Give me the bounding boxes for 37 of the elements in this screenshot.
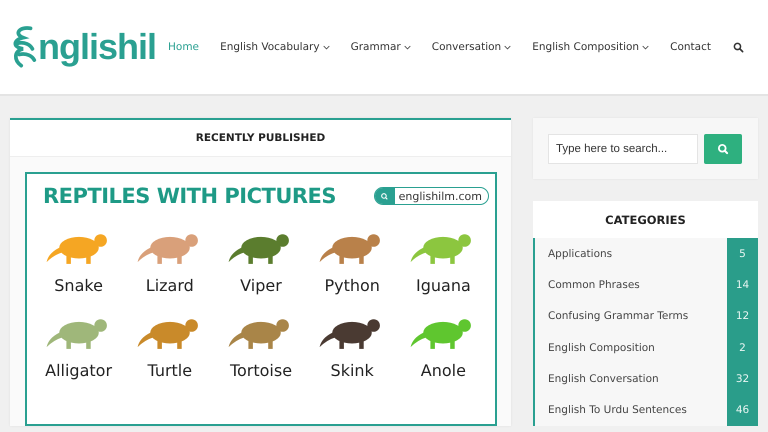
nav-link[interactable]: Grammar (350, 41, 411, 53)
post-count: 32 (727, 363, 758, 394)
post-count: 5 (727, 238, 758, 270)
animal-label: Anole (420, 361, 466, 380)
categories-title: CATEGORIES (533, 201, 758, 238)
category-link[interactable]: English Composition (535, 342, 727, 354)
search-button[interactable] (704, 134, 742, 164)
featured-image[interactable]: REPTILES WITH PICTURES englishilm.com Snake Lizard Viper Python Iguana Alligator Turtle Tortoise Skink Anole (25, 172, 497, 426)
site-badge: englishilm.com (374, 187, 489, 205)
search-icon (380, 192, 390, 200)
category-link[interactable]: Confusing Grammar Terms (535, 310, 727, 322)
search-icon (717, 142, 729, 154)
image-title: REPTILES WITH PICTURES (43, 184, 336, 208)
nav-link[interactable]: English Vocabulary (220, 41, 330, 53)
animal-label: Snake (54, 276, 103, 295)
post-count: 14 (727, 269, 758, 301)
search-field[interactable]: Type here to search... (548, 134, 698, 164)
animal-label: Tortoise (230, 361, 292, 380)
animal-label: Turtle (147, 361, 192, 380)
animal-label: Alligator (45, 361, 112, 380)
nav-link[interactable]: Contact (670, 41, 711, 53)
animal-label: Skink (330, 361, 374, 380)
post-count: 12 (727, 300, 758, 332)
animal-label: Iguana (416, 276, 471, 295)
animal-label: Viper (240, 276, 282, 295)
category-link[interactable]: English To Urdu Sentences (535, 404, 727, 416)
animal-label: Python (324, 276, 380, 295)
post-count: 2 (727, 332, 758, 364)
nav-link[interactable]: Conversation (432, 41, 512, 53)
search-icon[interactable] (733, 42, 744, 52)
section-title: RECENTLY PUBLISHED (10, 120, 511, 157)
category-link[interactable]: English Conversation (535, 372, 727, 385)
category-link[interactable]: Common Phrases (535, 278, 727, 291)
nav-link[interactable]: English Composition (532, 41, 650, 53)
category-link[interactable]: Applications (535, 248, 727, 260)
animal-label: Lizard (146, 276, 194, 295)
post-count: 46 (727, 394, 758, 426)
